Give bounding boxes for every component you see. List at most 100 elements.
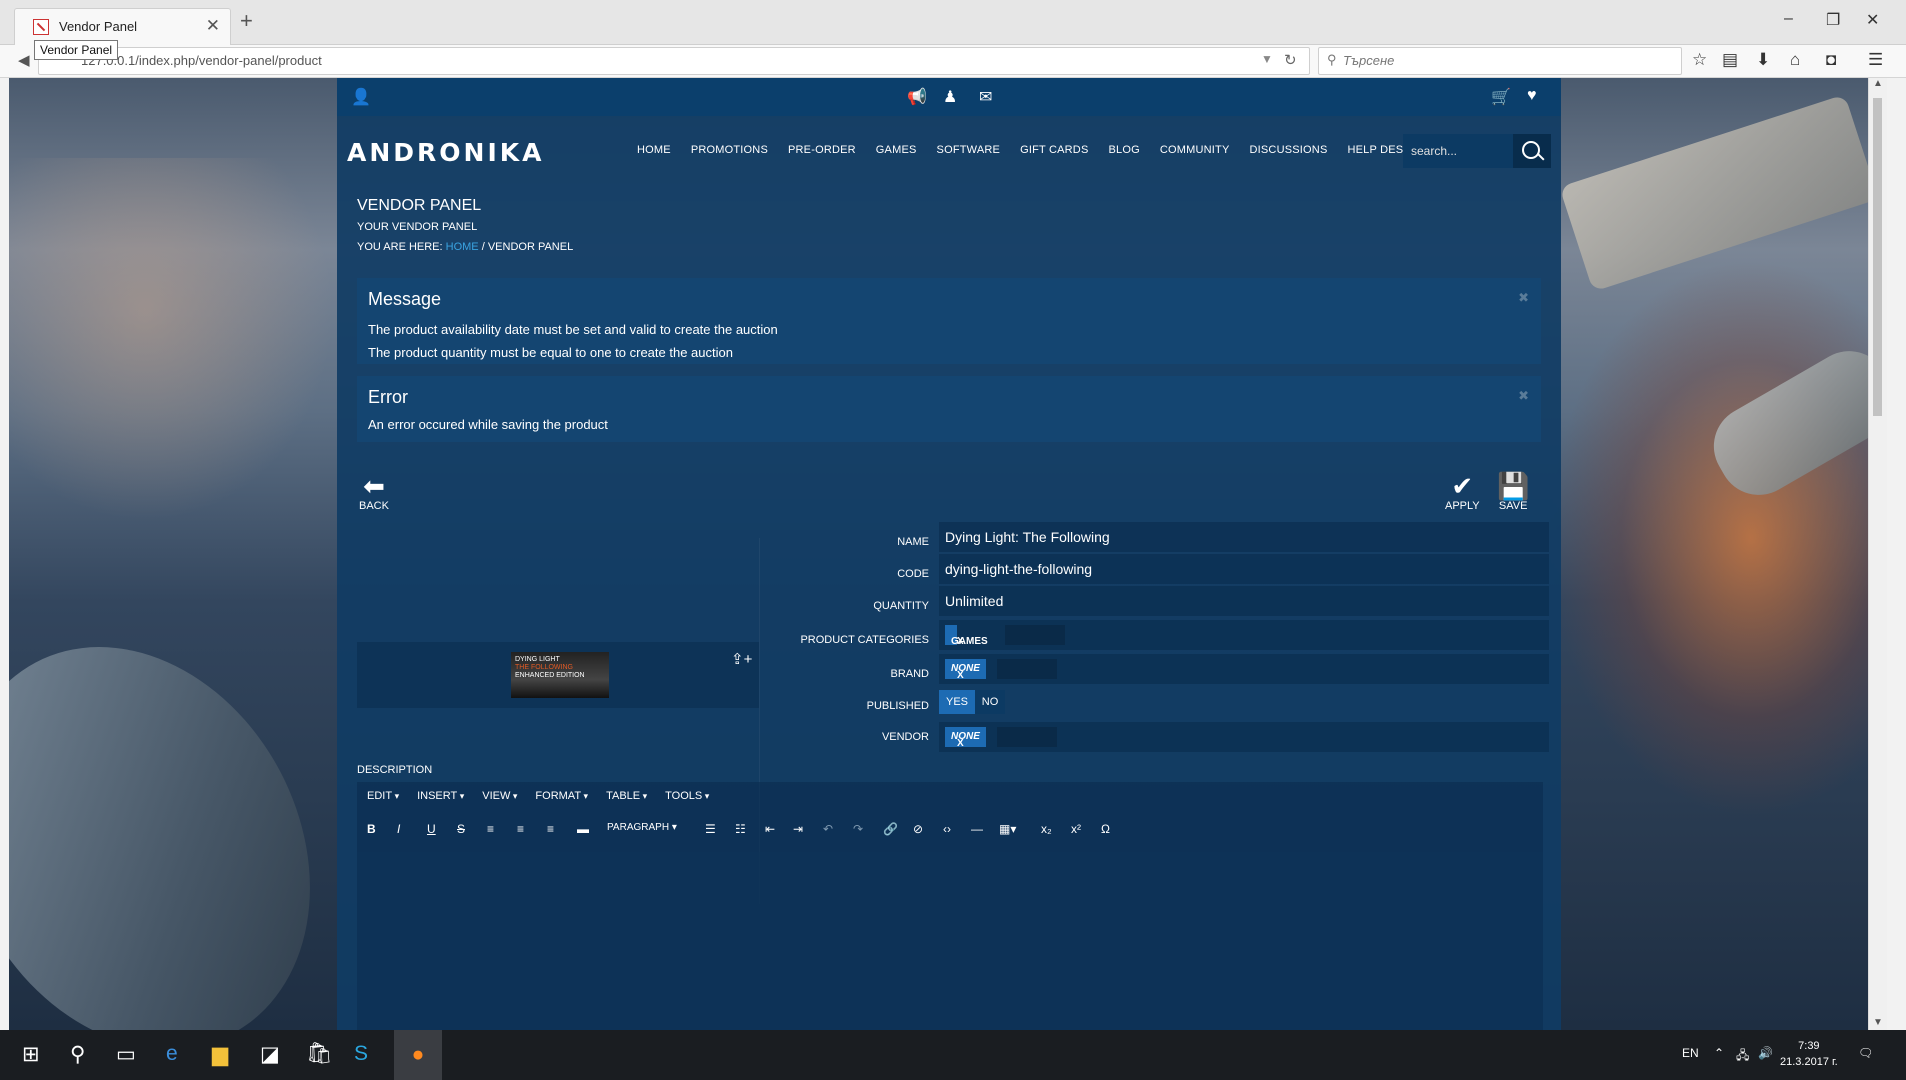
underline-icon[interactable]: U: [427, 822, 436, 836]
breadcrumb-home-link[interactable]: HOME: [446, 241, 479, 253]
browser-back-icon[interactable]: ◀: [18, 51, 30, 69]
format-select[interactable]: PARAGRAPH ▾: [607, 822, 677, 833]
browser-search-input[interactable]: ⚲ Търсене: [1318, 47, 1682, 75]
menu-promotions[interactable]: PROMOTIONS: [681, 144, 778, 156]
minimize-icon[interactable]: –: [1784, 10, 1793, 28]
close-window-icon[interactable]: ✕: [1866, 10, 1879, 30]
undo-icon[interactable]: ↶: [823, 822, 833, 836]
menu-blog[interactable]: BLOG: [1098, 144, 1149, 156]
align-right-icon[interactable]: ≡: [547, 822, 554, 836]
menu-home[interactable]: HOME: [627, 144, 681, 156]
published-yes[interactable]: YES: [939, 690, 975, 714]
close-error-icon[interactable]: ✖: [1518, 388, 1529, 404]
vendor-search-input[interactable]: [997, 727, 1057, 747]
editor-menu-tools[interactable]: TOOLS: [665, 790, 709, 802]
horizontal-rule-icon[interactable]: —: [971, 822, 983, 836]
user-icon[interactable]: 👤: [351, 87, 371, 107]
menu-software[interactable]: SOFTWARE: [927, 144, 1011, 156]
page-scrollbar[interactable]: ▲ ▼: [1868, 78, 1887, 1030]
name-field[interactable]: Dying Light: The Following: [939, 522, 1549, 552]
close-tab-icon[interactable]: ✕: [206, 16, 220, 36]
close-message-icon[interactable]: ✖: [1518, 290, 1529, 306]
category-chip[interactable]: GAMES X: [945, 625, 988, 647]
table-icon[interactable]: ▦▾: [999, 822, 1016, 836]
store-icon[interactable]: 🛍: [306, 1042, 333, 1066]
special-character-icon[interactable]: Ω: [1101, 822, 1110, 836]
menu-icon[interactable]: ☰: [1868, 50, 1883, 70]
menu-games[interactable]: GAMES: [866, 144, 927, 156]
upload-add-icon[interactable]: ⇪+: [731, 650, 752, 668]
scrollbar-thumb[interactable]: [1873, 98, 1882, 416]
menu-community[interactable]: COMMUNITY: [1150, 144, 1240, 156]
brand-chip[interactable]: NONE X: [945, 659, 986, 681]
megaphone-icon[interactable]: 📢: [907, 87, 927, 107]
network-icon[interactable]: 🖧: [1736, 1046, 1749, 1067]
task-view-icon[interactable]: ▭: [116, 1042, 136, 1067]
mail-icon[interactable]: ✉: [979, 87, 992, 107]
editor-menu-edit[interactable]: EDIT: [367, 790, 399, 802]
brand-search-input[interactable]: [997, 659, 1057, 679]
numbered-list-icon[interactable]: ☷: [735, 822, 746, 836]
volume-icon[interactable]: 🔊: [1758, 1046, 1773, 1060]
address-bar[interactable]: 127.0.0.1/index.php/vendor-panel/product…: [38, 47, 1310, 75]
menu-pre-order[interactable]: PRE-ORDER: [778, 144, 866, 156]
category-search-input[interactable]: [1005, 625, 1065, 645]
product-thumbnail[interactable]: DYING LIGHT THE FOLLOWING ENHANCED EDITI…: [511, 652, 609, 698]
heart-icon[interactable]: ♥: [1527, 87, 1537, 105]
vendor-chip[interactable]: NONE X: [945, 727, 986, 749]
site-search-button[interactable]: [1513, 134, 1551, 168]
editor-menu-table[interactable]: TABLE: [606, 790, 647, 802]
editor-content-area[interactable]: [357, 852, 1543, 1030]
align-left-icon[interactable]: ≡: [487, 822, 494, 836]
published-no[interactable]: NO: [975, 690, 1005, 714]
remove-chip-icon[interactable]: X: [957, 734, 964, 754]
align-center-icon[interactable]: ≡: [517, 822, 524, 836]
editor-menu-view[interactable]: VIEW: [482, 790, 517, 802]
search-icon[interactable]: ⚲: [70, 1042, 85, 1067]
windows-start-icon[interactable]: ⊞: [22, 1042, 40, 1067]
code-icon[interactable]: ‹›: [943, 822, 951, 836]
scroll-up-icon[interactable]: ▲: [1873, 78, 1883, 89]
file-explorer-icon[interactable]: ▆: [212, 1042, 228, 1067]
app-icon[interactable]: ◪: [260, 1042, 280, 1067]
unlink-icon[interactable]: ⊘: [913, 822, 923, 836]
back-button[interactable]: ⬅ BACK: [359, 472, 389, 512]
site-logo[interactable]: ANDRONIKA: [347, 138, 544, 167]
redo-icon[interactable]: ↷: [853, 822, 863, 836]
editor-menu-format[interactable]: FORMAT: [535, 790, 588, 802]
vendor-field[interactable]: NONE X: [939, 722, 1549, 752]
home-icon[interactable]: ⌂: [1790, 50, 1800, 70]
new-tab-icon[interactable]: +: [240, 8, 253, 34]
url-dropdown-icon[interactable]: ▼: [1261, 52, 1273, 66]
menu-gift-cards[interactable]: GIFT CARDS: [1010, 144, 1098, 156]
brand-field[interactable]: NONE X: [939, 654, 1549, 684]
menu-discussions[interactable]: DISCUSSIONS: [1240, 144, 1338, 156]
reading-list-icon[interactable]: ▤: [1722, 50, 1738, 70]
restore-icon[interactable]: ❐: [1826, 10, 1840, 30]
editor-menu-insert[interactable]: INSERT: [417, 790, 464, 802]
link-icon[interactable]: 🔗: [883, 822, 898, 836]
bullet-list-icon[interactable]: ☰: [705, 822, 716, 836]
subscript-icon[interactable]: x₂: [1041, 822, 1052, 836]
outdent-icon[interactable]: ⇤: [765, 822, 775, 836]
pocket-icon[interactable]: ◘: [1826, 50, 1836, 70]
quantity-field[interactable]: Unlimited ✕: [939, 586, 1549, 616]
notifications-icon[interactable]: 🗨: [1858, 1046, 1873, 1060]
remove-chip-icon[interactable]: X: [957, 632, 964, 652]
download-icon[interactable]: ⬇: [1756, 50, 1770, 70]
edge-browser-icon[interactable]: e: [166, 1042, 178, 1066]
bookmark-star-icon[interactable]: ☆: [1692, 50, 1707, 70]
site-search-input[interactable]: search...: [1403, 134, 1513, 168]
product-categories-field[interactable]: GAMES X: [939, 620, 1549, 650]
superscript-icon[interactable]: x²: [1071, 822, 1081, 836]
strikethrough-icon[interactable]: S: [457, 822, 465, 836]
reload-icon[interactable]: ↻: [1284, 51, 1297, 69]
language-indicator[interactable]: EN: [1682, 1046, 1699, 1060]
system-clock[interactable]: 7:39 21.3.2017 г.: [1780, 1038, 1838, 1070]
save-button[interactable]: 💾 SAVE: [1497, 472, 1529, 512]
justify-icon[interactable]: ▬: [577, 822, 589, 836]
remove-chip-icon[interactable]: X: [957, 666, 964, 686]
scroll-down-icon[interactable]: ▼: [1873, 1017, 1883, 1028]
indent-icon[interactable]: ⇥: [793, 822, 803, 836]
community-icon[interactable]: ♟: [943, 87, 957, 107]
